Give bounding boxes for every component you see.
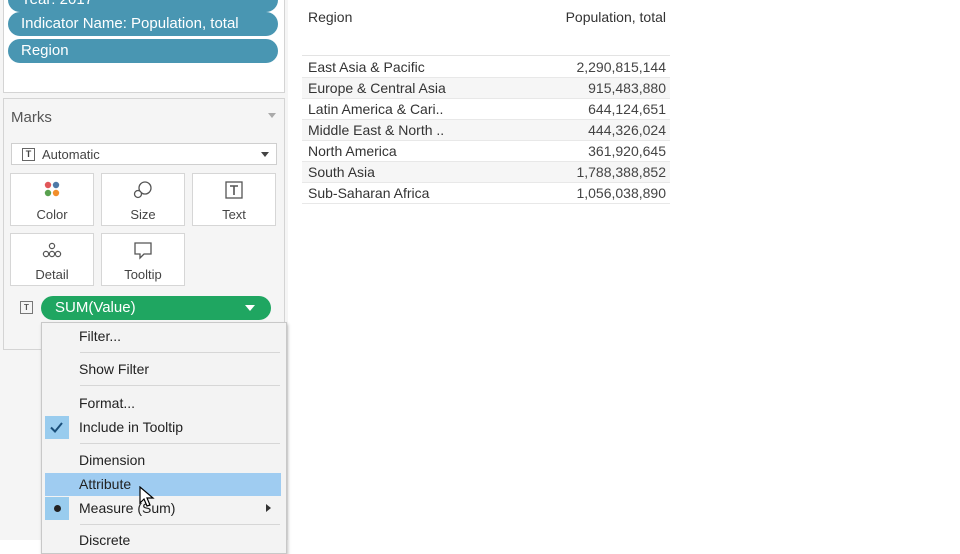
chevron-down-icon[interactable] (245, 305, 255, 311)
menu-item-attribute[interactable]: Attribute (45, 473, 281, 496)
text-button[interactable]: Text (192, 173, 276, 226)
mark-type-dropdown[interactable]: T Automatic (11, 143, 277, 165)
text-field-icon: T (20, 301, 33, 314)
menu-item-filter[interactable]: Filter... (45, 325, 281, 348)
menu-separator (80, 524, 280, 525)
menu-separator (80, 352, 280, 353)
menu-item-include-in-tooltip[interactable]: Include in Tooltip (45, 416, 281, 439)
sum-value-pill[interactable]: SUM(Value) (41, 296, 271, 320)
column-header-population[interactable]: Population, total (566, 9, 666, 25)
text-mark-icon: T (22, 148, 35, 161)
mark-type-label: Automatic (42, 147, 100, 162)
marks-menu-caret-icon[interactable] (268, 113, 276, 118)
table-row[interactable]: East Asia & Pacific 2,290,815,144 (302, 57, 670, 78)
color-icon (11, 180, 93, 202)
text-icon (193, 180, 275, 202)
tooltip-icon (102, 240, 184, 262)
menu-item-dimension[interactable]: Dimension (45, 449, 281, 472)
filter-pill-region[interactable]: Region (8, 39, 278, 63)
selected-bullet (45, 497, 69, 520)
marks-title: Marks (11, 109, 52, 126)
menu-item-format[interactable]: Format... (45, 392, 281, 415)
size-button[interactable]: Size (101, 173, 185, 226)
chevron-down-icon (261, 152, 269, 157)
tooltip-button[interactable]: Tooltip (101, 233, 185, 286)
menu-item-measure[interactable]: Measure (Sum) (45, 497, 281, 520)
table-row[interactable]: Middle East & North .. 444,326,024 (302, 120, 670, 141)
bullet-icon (54, 505, 61, 512)
pill-context-menu: Filter... Show Filter Format... Include … (41, 322, 287, 554)
header-divider (302, 55, 670, 56)
filter-pill-year[interactable]: Year: 2017 (8, 0, 278, 12)
mouse-cursor-icon (139, 486, 155, 507)
size-icon (102, 180, 184, 202)
menu-separator (80, 443, 280, 444)
table-row[interactable]: Latin America & Cari.. 644,124,651 (302, 99, 670, 120)
detail-icon (11, 240, 93, 262)
column-header-region[interactable]: Region (308, 9, 352, 25)
detail-button[interactable]: Detail (10, 233, 94, 286)
table-row[interactable]: South Asia 1,788,388,852 (302, 162, 670, 183)
menu-item-discrete[interactable]: Discrete (45, 529, 281, 552)
table-row[interactable]: North America 361,920,645 (302, 141, 670, 162)
chevron-right-icon (266, 504, 271, 512)
table-row[interactable]: Sub-Saharan Africa 1,056,038,890 (302, 183, 670, 204)
table-row[interactable]: Europe & Central Asia 915,483,880 (302, 78, 670, 99)
menu-item-show-filter[interactable]: Show Filter (45, 358, 281, 381)
menu-separator (80, 385, 280, 386)
filter-pill-indicator[interactable]: Indicator Name: Population, total (8, 12, 278, 36)
checkmark-icon (45, 416, 69, 439)
color-button[interactable]: Color (10, 173, 94, 226)
